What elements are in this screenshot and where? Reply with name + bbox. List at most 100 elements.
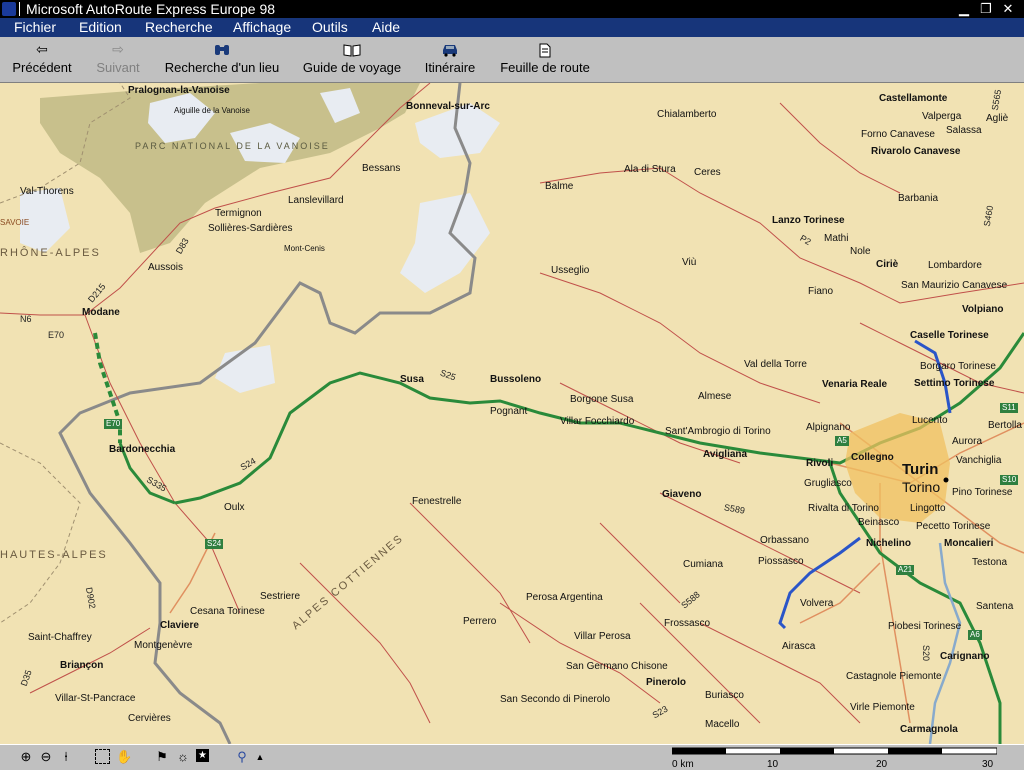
city-label-turin[interactable]: Turin bbox=[902, 462, 938, 477]
place-label[interactable]: Frossasco bbox=[664, 618, 710, 629]
place-label[interactable]: Fenestrelle bbox=[412, 496, 461, 507]
place-label[interactable]: Borgaro Torinese bbox=[920, 361, 996, 372]
place-label[interactable]: Alpignano bbox=[806, 422, 850, 433]
place-label[interactable]: Cesana Torinese bbox=[190, 606, 265, 617]
arrow-up-icon[interactable]: ▲ bbox=[252, 749, 268, 765]
place-label[interactable]: Cervières bbox=[128, 713, 171, 724]
place-label[interactable]: Salassa bbox=[946, 125, 982, 136]
zoom-out-icon[interactable]: ⊖ bbox=[38, 749, 54, 765]
place-label[interactable]: Bessans bbox=[362, 163, 400, 174]
place-label[interactable]: Agliè bbox=[986, 113, 1008, 124]
app-icon[interactable] bbox=[2, 2, 16, 16]
place-label[interactable]: Modane bbox=[82, 307, 120, 318]
place-label[interactable]: Mont-Cenis bbox=[284, 243, 325, 254]
place-label[interactable]: Pognant bbox=[490, 406, 527, 417]
place-label[interactable]: Beinasco bbox=[858, 517, 899, 528]
place-label[interactable]: Moncalieri bbox=[944, 538, 993, 549]
place-label[interactable]: Montgenèvre bbox=[134, 640, 192, 651]
place-label[interactable]: Venaria Reale bbox=[822, 379, 887, 390]
menu-edition[interactable]: Edition bbox=[79, 19, 122, 36]
place-label[interactable]: Briançon bbox=[60, 660, 103, 671]
menu-recherche[interactable]: Recherche bbox=[145, 19, 213, 36]
place-label[interactable]: Testona bbox=[972, 557, 1007, 568]
place-label[interactable]: Viù bbox=[682, 257, 696, 268]
place-label[interactable]: Castagnole Piemonte bbox=[846, 671, 942, 682]
pushpin-icon[interactable]: ⍿ bbox=[58, 749, 74, 765]
place-label[interactable]: Perosa Argentina bbox=[526, 592, 603, 603]
place-label[interactable]: Settimo Torinese bbox=[914, 378, 994, 389]
menu-aide[interactable]: Aide bbox=[372, 19, 400, 36]
place-label[interactable]: Bertolla bbox=[988, 420, 1022, 431]
place-label[interactable]: Almese bbox=[698, 391, 731, 402]
restore-button[interactable]: ❐ bbox=[977, 1, 995, 17]
place-label[interactable]: Lanzo Torinese bbox=[772, 215, 845, 226]
place-label[interactable]: Volpiano bbox=[962, 304, 1003, 315]
place-label[interactable]: Fiano bbox=[808, 286, 833, 297]
place-label[interactable]: Sant'Ambrogio di Torino bbox=[665, 426, 771, 437]
place-label[interactable]: Val-Thorens bbox=[20, 186, 74, 197]
place-label[interactable]: Carmagnola bbox=[900, 724, 958, 735]
place-label[interactable]: Aurora bbox=[952, 436, 982, 447]
place-label[interactable]: Claviere bbox=[160, 620, 199, 631]
place-label[interactable]: Saint-Chaffrey bbox=[28, 632, 92, 643]
place-label[interactable]: Sestriere bbox=[260, 591, 300, 602]
place-label[interactable]: Pecetto Torinese bbox=[916, 521, 990, 532]
place-label[interactable]: Mathi bbox=[824, 233, 848, 244]
place-label[interactable]: Lingotto bbox=[910, 503, 946, 514]
place-label[interactable]: Aiguille de la Vanoise bbox=[174, 105, 250, 116]
place-label[interactable]: San Germano Chisone bbox=[566, 661, 668, 672]
place-label[interactable]: Volvera bbox=[800, 598, 833, 609]
menu-fichier[interactable]: Fichier bbox=[14, 19, 56, 36]
place-label[interactable]: Termignon bbox=[215, 208, 262, 219]
place-label[interactable]: Collegno bbox=[851, 452, 894, 463]
zoom-in-icon[interactable]: ⊕ bbox=[18, 749, 34, 765]
select-icon[interactable] bbox=[95, 749, 110, 764]
place-label[interactable]: Orbassano bbox=[760, 535, 809, 546]
place-label[interactable]: Villar Focchiardo bbox=[560, 416, 634, 427]
place-label[interactable]: Pino Torinese bbox=[952, 487, 1012, 498]
place-label[interactable]: Cumiana bbox=[683, 559, 723, 570]
place-label[interactable]: Macello bbox=[705, 719, 739, 730]
place-label[interactable]: Lanslevillard bbox=[288, 195, 344, 206]
place-label[interactable]: Valperga bbox=[922, 111, 961, 122]
place-label[interactable]: Lombardore bbox=[928, 260, 982, 271]
place-label[interactable]: Sollières-Sardières bbox=[208, 223, 292, 234]
place-label[interactable]: Carignano bbox=[940, 651, 989, 662]
close-button[interactable]: ✕ bbox=[999, 1, 1017, 17]
place-label[interactable]: Nichelino bbox=[866, 538, 911, 549]
find-place-button[interactable]: Recherche d'un lieu bbox=[162, 37, 282, 82]
place-label[interactable]: Ceres bbox=[694, 167, 721, 178]
place-label[interactable]: Santena bbox=[976, 601, 1013, 612]
place-label[interactable]: Rivalta di Torino bbox=[808, 503, 879, 514]
pan-hand-icon[interactable]: ✋ bbox=[116, 749, 132, 765]
sun-icon[interactable]: ☼ bbox=[175, 749, 191, 765]
place-label[interactable]: Buriasco bbox=[705, 690, 744, 701]
place-label[interactable]: Forno Canavese bbox=[861, 129, 935, 140]
place-label[interactable]: Nole bbox=[850, 246, 871, 257]
place-label[interactable]: Villar-St-Pancrace bbox=[55, 693, 135, 704]
place-label[interactable]: Val della Torre bbox=[744, 359, 807, 370]
place-label[interactable]: Bussoleno bbox=[490, 374, 541, 385]
place-label[interactable]: Bonneval-sur-Arc bbox=[406, 101, 490, 112]
place-label[interactable]: Castellamonte bbox=[879, 93, 947, 104]
star-icon[interactable]: ★ bbox=[196, 749, 209, 762]
itinerary-button[interactable]: Itinéraire bbox=[421, 37, 479, 82]
place-label[interactable]: Perrero bbox=[463, 616, 496, 627]
place-label[interactable]: Rivoli bbox=[806, 458, 833, 469]
place-label[interactable]: Giaveno bbox=[662, 489, 701, 500]
place-label[interactable]: Grugliasco bbox=[804, 478, 852, 489]
place-label[interactable]: Pinerolo bbox=[646, 677, 686, 688]
place-label[interactable]: Oulx bbox=[224, 502, 245, 513]
place-label[interactable]: Pralognan-la-Vanoise bbox=[128, 85, 230, 96]
minimize-button[interactable]: ▁ bbox=[955, 1, 973, 17]
menu-outils[interactable]: Outils bbox=[312, 19, 348, 36]
place-label[interactable]: Caselle Torinese bbox=[910, 330, 989, 341]
place-label[interactable]: Ciriè bbox=[876, 259, 898, 270]
place-label[interactable]: Barbania bbox=[898, 193, 938, 204]
city-label-torino[interactable]: Torino bbox=[902, 480, 940, 494]
place-label[interactable]: Virle Piemonte bbox=[850, 702, 915, 713]
place-label[interactable]: Vanchiglia bbox=[956, 455, 1001, 466]
flag-icon[interactable]: ⚑ bbox=[154, 749, 170, 765]
place-label[interactable]: Ala di Stura bbox=[624, 164, 676, 175]
travel-guide-button[interactable]: Guide de voyage bbox=[301, 37, 403, 82]
